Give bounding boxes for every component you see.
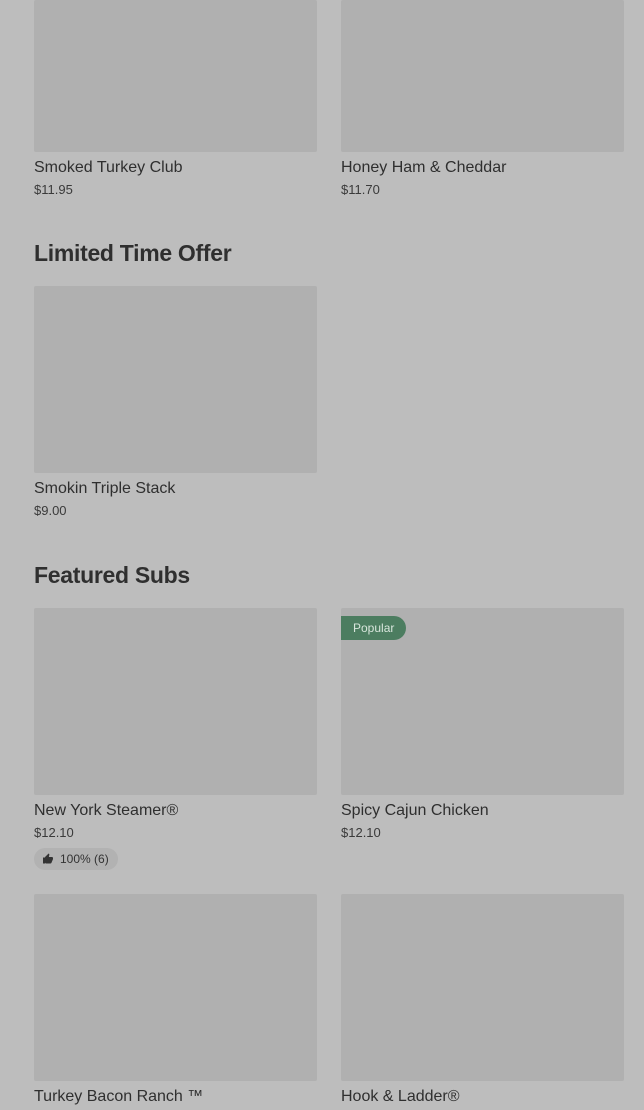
item-price: $11.95 bbox=[34, 182, 73, 197]
menu-item-card[interactable]: Hook & Ladder® bbox=[341, 894, 624, 1106]
item-image[interactable] bbox=[34, 286, 317, 473]
item-price: $9.00 bbox=[34, 503, 67, 518]
menu-item-card[interactable]: Smokin Triple Stack $9.00 bbox=[34, 286, 317, 518]
popular-badge: Popular bbox=[341, 616, 407, 640]
item-price: $11.70 bbox=[341, 182, 380, 197]
menu-item-card[interactable]: Smoked Turkey Club $11.95 bbox=[34, 0, 317, 197]
item-price: $12.10 bbox=[34, 825, 74, 840]
item-name: Hook & Ladder® bbox=[341, 1088, 460, 1105]
item-name: Spicy Cajun Chicken bbox=[341, 802, 489, 819]
item-image[interactable]: Popular bbox=[341, 608, 624, 795]
menu-page: Smoked Turkey Club $11.95 Honey Ham & Ch… bbox=[0, 0, 644, 1110]
item-image[interactable] bbox=[34, 894, 317, 1081]
item-image[interactable] bbox=[341, 894, 624, 1081]
section-title-featured: Featured Subs bbox=[34, 562, 190, 588]
item-name: Honey Ham & Cheddar bbox=[341, 159, 507, 176]
menu-item-card[interactable]: Turkey Bacon Ranch ™ bbox=[34, 894, 317, 1106]
item-price: $12.10 bbox=[341, 825, 381, 840]
menu-item-card[interactable]: Honey Ham & Cheddar $11.70 bbox=[341, 0, 624, 197]
rating-text: 100% (6) bbox=[60, 852, 109, 866]
rating-pill: 100% (6) bbox=[34, 848, 118, 870]
item-image[interactable] bbox=[34, 608, 317, 795]
thumbs-up-icon bbox=[43, 853, 53, 864]
menu-item-card[interactable]: New York Steamer® $12.10 100% (6) bbox=[34, 608, 317, 870]
item-name: Smoked Turkey Club bbox=[34, 159, 183, 176]
item-image[interactable] bbox=[341, 0, 624, 152]
section-title-limited: Limited Time Offer bbox=[34, 240, 232, 266]
item-name: Turkey Bacon Ranch ™ bbox=[34, 1088, 204, 1105]
item-name: Smokin Triple Stack bbox=[34, 480, 176, 497]
menu-item-card[interactable]: Popular Spicy Cajun Chicken $12.10 bbox=[341, 608, 624, 840]
item-image[interactable] bbox=[34, 0, 317, 152]
item-name: New York Steamer® bbox=[34, 802, 179, 819]
